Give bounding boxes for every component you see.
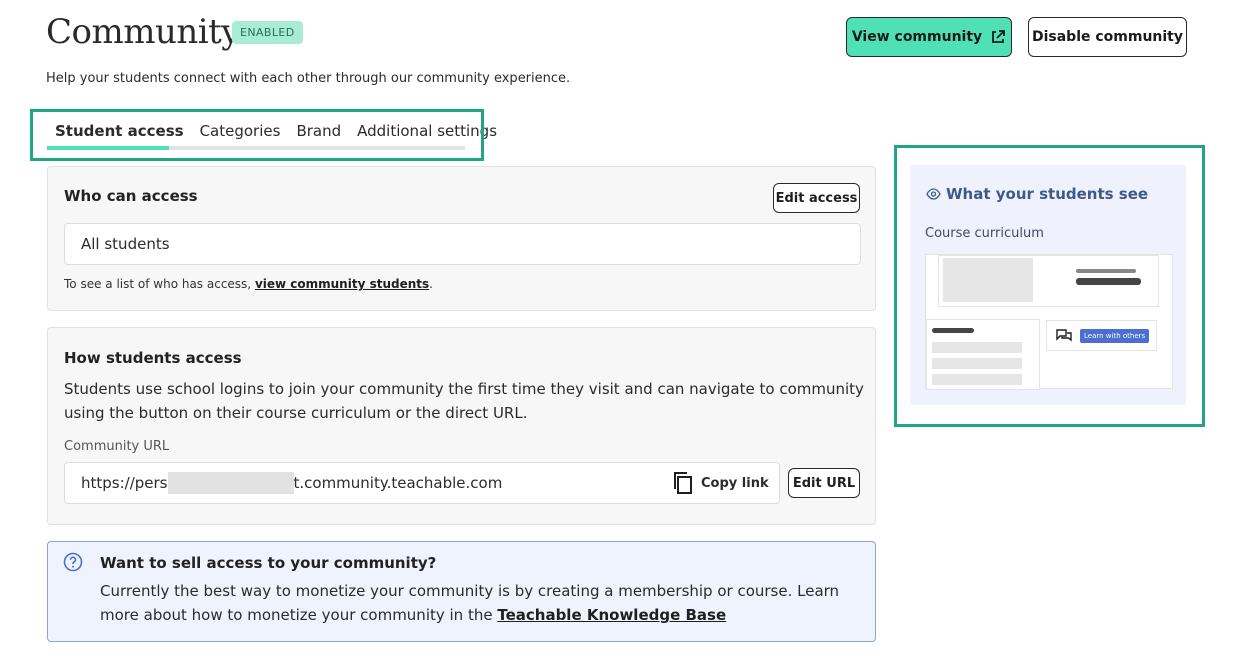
view-community-button[interactable]: View community [846, 17, 1012, 57]
access-note-text: To see a list of who has access, [64, 277, 255, 291]
how-students-access-title: How students access [64, 349, 242, 367]
community-url-field[interactable]: https://pers t.community.teachable.com C… [64, 462, 780, 504]
url-prefix: https://pers [81, 474, 168, 492]
knowledge-base-link[interactable]: Teachable Knowledge Base [497, 606, 726, 624]
page-subtitle: Help your students connect with each oth… [46, 71, 571, 86]
community-url-label: Community URL [64, 439, 170, 454]
redacted-url-segment [167, 472, 294, 494]
copy-link-button[interactable]: Copy link [673, 471, 769, 495]
how-students-access-description: Students use school logins to join your … [64, 380, 864, 422]
edit-url-button[interactable]: Edit URL [788, 468, 860, 498]
monetize-text-body: Currently the best way to monetize your … [100, 582, 840, 624]
disable-community-button[interactable]: Disable community [1028, 17, 1187, 57]
disable-community-label: Disable community [1031, 29, 1184, 45]
how-students-access-card: How students access Students use school … [47, 327, 876, 525]
monetize-title: Want to sell access to your community? [100, 554, 437, 572]
who-can-access-title: Who can access [64, 187, 198, 205]
access-note-suffix: . [429, 277, 433, 291]
page-title: Community [46, 12, 241, 52]
copy-link-label: Copy link [701, 475, 769, 491]
monetize-text: Currently the best way to monetize your … [100, 579, 850, 627]
tabs-highlight-box [30, 109, 484, 161]
access-value-field: All students [64, 223, 861, 265]
access-note: To see a list of who has access, view co… [64, 277, 433, 291]
copy-icon [674, 472, 692, 494]
question-circle-icon [63, 552, 83, 572]
preview-highlight-box [894, 145, 1205, 427]
access-value: All students [81, 235, 170, 253]
url-suffix: t.community.teachable.com [293, 474, 503, 492]
edit-access-button[interactable]: Edit access [773, 183, 860, 213]
external-link-icon [992, 30, 1006, 43]
who-can-access-card: Who can access Edit access All students … [47, 166, 876, 311]
monetize-info-card: Want to sell access to your community? C… [47, 541, 876, 642]
view-community-label: View community [851, 29, 983, 45]
view-community-students-link[interactable]: view community students [255, 277, 429, 291]
status-badge: ENABLED [232, 21, 303, 44]
